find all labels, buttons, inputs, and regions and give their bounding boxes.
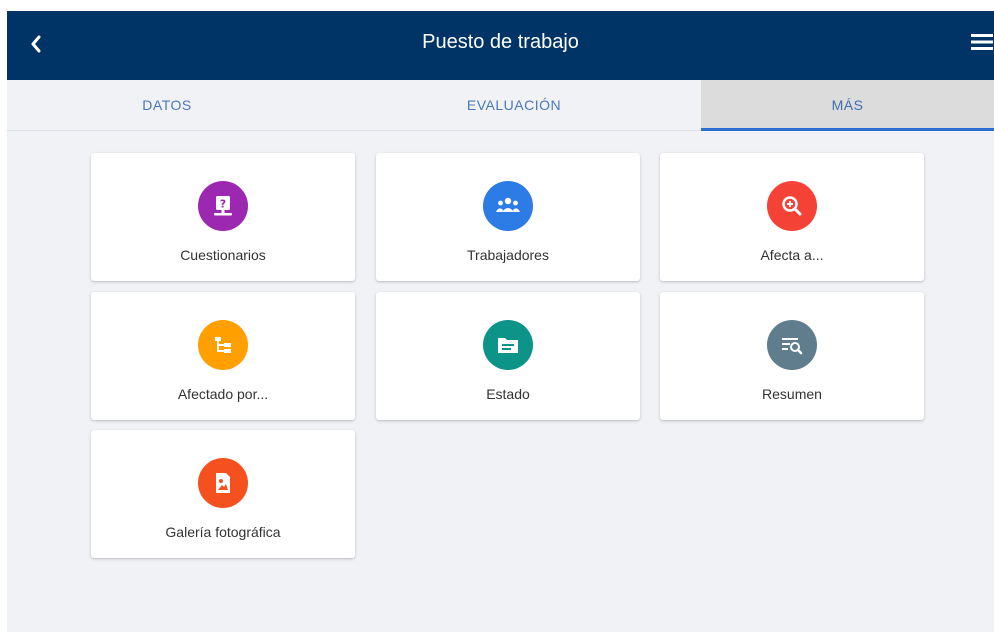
card-label: Afectado por... bbox=[177, 386, 269, 402]
card-estado[interactable]: Estado bbox=[376, 292, 640, 420]
menu-button[interactable] bbox=[964, 29, 994, 59]
svg-text:?: ? bbox=[220, 198, 226, 211]
tab-evaluacion[interactable]: EVALUACIÓN bbox=[327, 80, 701, 130]
hamburger-menu-icon bbox=[970, 33, 994, 56]
card-label: Cuestionarios bbox=[180, 247, 266, 263]
card-afecta-a[interactable]: Afecta a... bbox=[660, 153, 924, 281]
image-file-icon bbox=[198, 458, 248, 508]
card-label: Galería fotográfica bbox=[165, 524, 281, 540]
tab-datos[interactable]: DATOS bbox=[7, 80, 327, 130]
page-title: Puesto de trabajo bbox=[422, 31, 579, 53]
tree-structure-icon bbox=[198, 320, 248, 370]
card-trabajadores[interactable]: Trabajadores bbox=[376, 153, 640, 281]
folder-icon bbox=[483, 320, 533, 370]
list-search-icon bbox=[767, 320, 817, 370]
questionnaire-icon: ? bbox=[198, 181, 248, 231]
tab-bar: DATOS EVALUACIÓN MÁS bbox=[7, 80, 994, 131]
card-label: Trabajadores bbox=[467, 247, 549, 263]
card-afectado-por[interactable]: Afectado por... bbox=[91, 292, 355, 420]
card-label: Afecta a... bbox=[760, 247, 824, 263]
top-app-bar: Puesto de trabajo bbox=[7, 11, 994, 80]
card-resumen[interactable]: Resumen bbox=[660, 292, 924, 420]
card-galeria-fotografica[interactable]: Galería fotográfica bbox=[91, 430, 355, 558]
card-label: Estado bbox=[486, 386, 530, 402]
zoom-in-icon bbox=[767, 181, 817, 231]
card-label: Resumen bbox=[762, 386, 822, 402]
card-cuestionarios[interactable]: ? Cuestionarios bbox=[91, 153, 355, 281]
tab-mas[interactable]: MÁS bbox=[701, 80, 994, 131]
people-group-icon bbox=[483, 181, 533, 231]
app-frame: Puesto de trabajo DATOS EVALUACIÓN MÁS ? bbox=[7, 11, 994, 632]
